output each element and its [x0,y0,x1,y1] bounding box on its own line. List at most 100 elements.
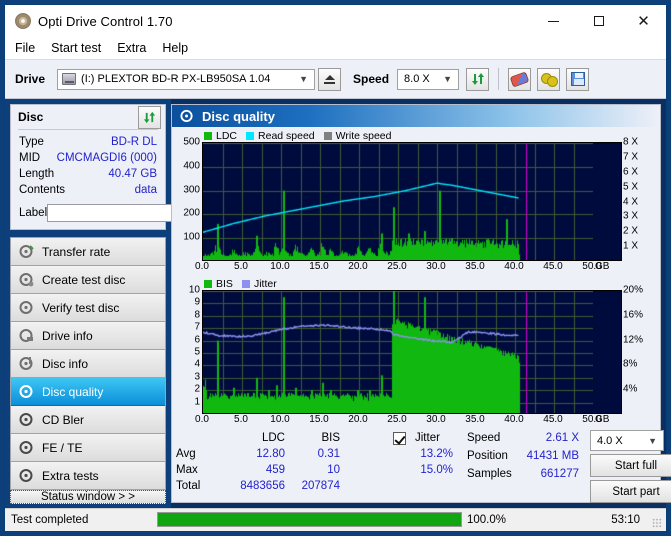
speed-select[interactable]: 8.0 X ▼ [397,68,460,90]
status-window-label: Status window > > [41,491,135,503]
legend-swatch-write-speed [323,131,332,140]
stats-position-value: 41431 MB [526,450,579,462]
disc-row-value: 40.47 GB [108,168,157,180]
toolbar-separator [498,68,500,90]
page-title: Disc quality [202,108,275,124]
menu-item-help[interactable]: Help [162,41,188,55]
resize-grip[interactable] [652,518,662,528]
stats-speed-key: Speed [467,432,501,444]
start-full-button[interactable]: Start full [590,454,671,477]
status-window-button[interactable]: Status window > > [10,490,166,504]
sidebar-item-create-test-disc[interactable]: Create test disc [11,266,165,294]
eject-button[interactable] [318,67,342,91]
disc-row-value: data [134,184,157,196]
y-tick: 8 [194,309,200,321]
legend-swatch-jitter [241,279,250,288]
stats-speed-value: 2.61 X [545,432,579,444]
drive-label: Drive [15,72,46,86]
x-axis-unit: GB [595,261,610,272]
minimize-button[interactable] [531,5,576,37]
sidebar-item-disc-quality[interactable]: Disc quality [11,378,165,406]
disc-label-key: Label [19,206,48,219]
stats-panel: LDC BIS Avg Max Total 12.80 459 8483656 … [172,428,671,503]
sidebar-item-cd-bler[interactable]: CD Bler [11,406,165,434]
disc-row-contents: Contents data [19,182,157,198]
close-button[interactable]: ✕ [621,5,666,37]
chart-bis-x-axis: 0.0 5.0 10.0 15.0 20.0 25.0 30.0 35.0 40.0 45.0 50… [174,414,658,428]
refresh-button[interactable] [466,67,490,91]
status-bar: Test completed 100.0% 53:10 [5,508,666,531]
erase-icon [509,70,530,88]
chevron-down-icon: ▼ [648,435,657,446]
maximize-button[interactable] [576,5,621,37]
start-part-button[interactable]: Start part [590,480,671,503]
sidebar-item-drive-info[interactable]: Drive info [11,322,165,350]
speed-select-value: 8.0 X [404,73,430,85]
chart-bis-plot[interactable] [202,290,622,414]
y-tick: 1 [194,396,200,408]
window-title: Opti Drive Control 1.70 [38,13,173,29]
stats-bis-total: 207874 [301,480,340,492]
disc-refresh-button[interactable] [138,105,161,129]
menu-item-file[interactable]: File [15,41,35,55]
x-tick: 15.0 [309,414,329,425]
status-text: Test completed [11,514,89,526]
y2-tick: 1 X [623,240,639,252]
chart-ldc-wrap: LDC Read speed Write speed 100 200 300 400 5… [172,127,660,275]
chevron-down-icon: ▼ [299,74,309,84]
drive-select[interactable]: (I:) PLEXTOR BD-R PX-LB950SA 1.04 ▼ [57,68,316,90]
sidebar-item-disc-info[interactable]: Disc info [11,350,165,378]
progress-bar-fill [158,513,461,526]
menu-item-start-test[interactable]: Start test [51,41,101,55]
plugin-button[interactable] [537,67,561,91]
refresh-icon [143,111,156,123]
progress-percent: 100.0% [467,514,507,526]
refresh-icon [471,73,484,85]
test-speed-select[interactable]: 4.0 X ▼ [590,430,664,451]
y-tick: 4 [194,358,200,370]
x-axis-unit: GB [595,414,610,425]
disc-row-key: Type [19,136,44,148]
sidebar-item-transfer-rate[interactable]: Transfer rate [11,238,165,266]
save-button[interactable] [566,67,590,91]
menu-item-extra[interactable]: Extra [117,41,146,55]
sidebar-item-extra-tests[interactable]: Extra tests [11,462,165,490]
disc-burn-icon [19,273,34,287]
legend-label-read-speed: Read speed [258,129,315,142]
x-tick: 0.0 [195,414,209,425]
disc-quality-icon [180,109,193,123]
progress-bar [157,512,462,527]
y-tick: 2 [194,383,200,395]
application-window: Opti Drive Control 1.70 ✕ File Start tes… [4,4,671,532]
chart-ldc-plot[interactable] [202,142,622,261]
disc-rows: Type BD-R DL MID CMCMAGDI6 (000) Length … [11,130,251,229]
elapsed-time: 53:10 [611,514,640,526]
jitter-checkbox[interactable] [393,432,406,445]
sidebar-item-label: CD Bler [42,412,85,427]
chart-ldc-x-axis: 0.0 5.0 10.0 15.0 20.0 25.0 30.0 35.0 40.0 45.0 50… [174,261,658,275]
disc-test-icon [19,245,34,258]
x-tick: 45.0 [543,261,563,272]
chart-bis-y-axis: 1 2 3 4 5 6 7 8 9 10 [174,285,202,414]
stats-row-label-avg: Avg [176,448,196,460]
stats-jitter-avg: 13.2% [420,448,453,460]
legend-label-write-speed: Write speed [335,129,392,142]
sidebar-item-fe-te[interactable]: FE / TE [11,434,165,462]
panel-header: Disc quality [172,105,660,127]
test-speed-value: 4.0 X [597,434,623,447]
y-tick: 5 [194,346,200,358]
x-tick: 5.0 [234,261,248,272]
speed-label: Speed [353,72,390,86]
start-full-label: Start full [614,459,658,472]
erase-button[interactable] [508,67,532,91]
x-tick: 5.0 [234,414,248,425]
y-tick: 6 [194,334,200,346]
y2-tick: 6 X [623,166,639,178]
legend-swatch-ldc [204,131,212,140]
sidebar-item-verify-test-disc[interactable]: Verify test disc [11,294,165,322]
disc-verify-icon [19,301,33,314]
stats-bis-max: 10 [327,464,340,476]
x-tick: 35.0 [465,261,485,272]
disc-row-key: Contents [19,184,66,196]
disc-card-title: Disc [18,110,44,124]
